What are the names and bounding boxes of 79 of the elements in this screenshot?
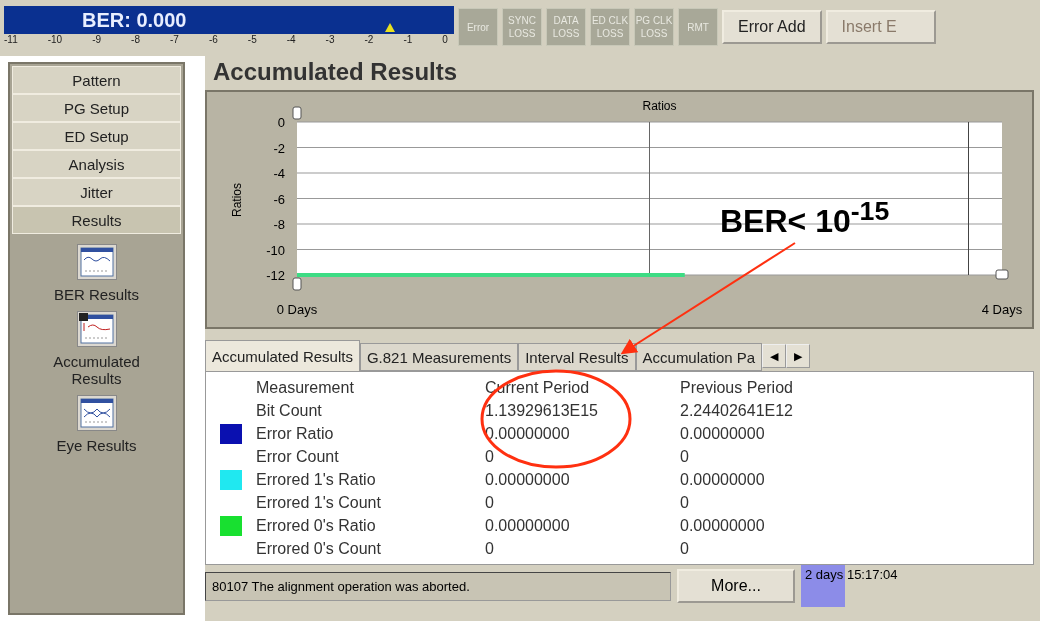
cursor-handle[interactable] <box>995 269 1009 280</box>
chart-window-icon[interactable] <box>76 244 117 280</box>
scale-label: -11 <box>4 34 18 45</box>
tab[interactable]: Interval Results <box>518 343 636 371</box>
toolbar-button[interactable]: Error Add <box>722 10 822 44</box>
table-cell-text: 0 <box>680 539 690 558</box>
view-label[interactable]: Accumulated Results <box>31 353 162 387</box>
cursor-handle[interactable] <box>292 106 302 120</box>
scale-label: -5 <box>247 34 257 45</box>
sidebar-item[interactable]: Pattern <box>12 66 181 94</box>
table-cell-text: Errored 0's Count <box>256 539 382 558</box>
cursor-handle[interactable] <box>292 277 302 291</box>
chart-window-icon[interactable] <box>76 395 117 431</box>
table-cell-text: 0.00000000 <box>680 516 766 535</box>
chart-window-icon[interactable] <box>76 311 117 347</box>
axis-label: 0 Days <box>276 302 318 317</box>
page-title: Accumulated Results <box>212 57 459 87</box>
axis-label: -12 <box>266 268 285 283</box>
status-indicator: PG CLK LOSS <box>634 8 674 46</box>
table-cell-text: 0.00000000 <box>680 470 766 489</box>
axis-label: -6 <box>273 191 285 207</box>
axis-label: -4 <box>273 166 285 181</box>
scale-label: -1 <box>403 34 413 45</box>
scale-label: -6 <box>208 34 218 45</box>
table-cell-text: Bit Count <box>256 401 323 420</box>
tab[interactable]: Accumulated Results <box>205 340 360 371</box>
table-cell-text: 0.00000000 <box>485 470 571 489</box>
status-indicator: ED CLK LOSS <box>590 8 630 46</box>
table-cell-text: 0.00000000 <box>485 516 571 535</box>
chart-title: Ratios <box>642 99 677 113</box>
axis-label: 0 <box>277 115 285 130</box>
axis-label: -2 <box>273 140 285 156</box>
scale-label: -7 <box>170 34 179 45</box>
status-indicator: DATA LOSS <box>546 8 586 46</box>
sidebar-item[interactable]: PG Setup <box>12 94 181 122</box>
table-cell-text: 0 <box>680 493 690 512</box>
ber-reading: BER: 0.000 <box>82 9 187 31</box>
table-cell-text: Errored 1's Count <box>256 493 382 512</box>
sidebar-item[interactable]: Analysis <box>12 150 181 178</box>
tab[interactable]: Accumulation Pa <box>635 343 763 371</box>
table-cell-text: 0 <box>485 539 495 558</box>
table-cell-text: Errored 0's Ratio <box>256 516 377 535</box>
axis-title: Ratios <box>230 183 244 217</box>
tab[interactable]: G.821 Measurements <box>359 343 519 371</box>
table-cell-text: Error Count <box>256 447 340 466</box>
scale-label: -9 <box>92 34 102 45</box>
table-cell-text: 0.00000000 <box>485 424 571 443</box>
scale-label: -8 <box>131 34 140 45</box>
table-cell-text: Error Ratio <box>256 424 335 443</box>
more-button[interactable]: More... <box>677 569 795 603</box>
sidebar-item[interactable]: Jitter <box>12 178 181 206</box>
status-indicator: RMT <box>678 8 718 46</box>
status-indicator: SYNC LOSS <box>502 8 542 46</box>
view-label[interactable]: Eye Results <box>31 437 162 454</box>
table-cell-text: 1.13929613E15 <box>485 401 599 420</box>
status-indicator: Error <box>458 8 498 46</box>
table-cell-text: 0 <box>485 447 495 466</box>
tab-scroll-button[interactable]: ◀ <box>762 344 787 368</box>
status-message: 80107 The alignment operation was aborted. <box>205 571 671 601</box>
axis-label: -8 <box>273 217 285 232</box>
column-header: Measurement <box>256 378 355 397</box>
axis-label: -10 <box>266 242 285 258</box>
axis-label: 4 Days <box>981 302 1023 317</box>
sidebar-item[interactable]: Results <box>12 206 181 234</box>
column-header: Previous Period <box>680 378 794 397</box>
view-label[interactable]: BER Results <box>31 286 162 303</box>
table-cell-text: 0.00000000 <box>680 424 766 443</box>
table-cell-text: 0 <box>680 447 690 466</box>
scale-label: -3 <box>325 34 335 45</box>
scale-label: -4 <box>286 34 296 45</box>
tab-scroll-button[interactable]: ▶ <box>786 344 811 368</box>
table-cell-text: Errored 1's Ratio <box>256 470 377 489</box>
scale-label: 0 <box>442 34 448 45</box>
annotation-text: BER< 10$^{-15}$ <box>720 196 890 240</box>
table-cell-text: 0 <box>485 493 495 512</box>
scale-label: -2 <box>364 34 374 45</box>
scale-label: -10 <box>47 34 63 45</box>
sidebar-item[interactable]: ED Setup <box>12 122 181 150</box>
table-cell-text: 2.24402641E12 <box>680 401 794 420</box>
